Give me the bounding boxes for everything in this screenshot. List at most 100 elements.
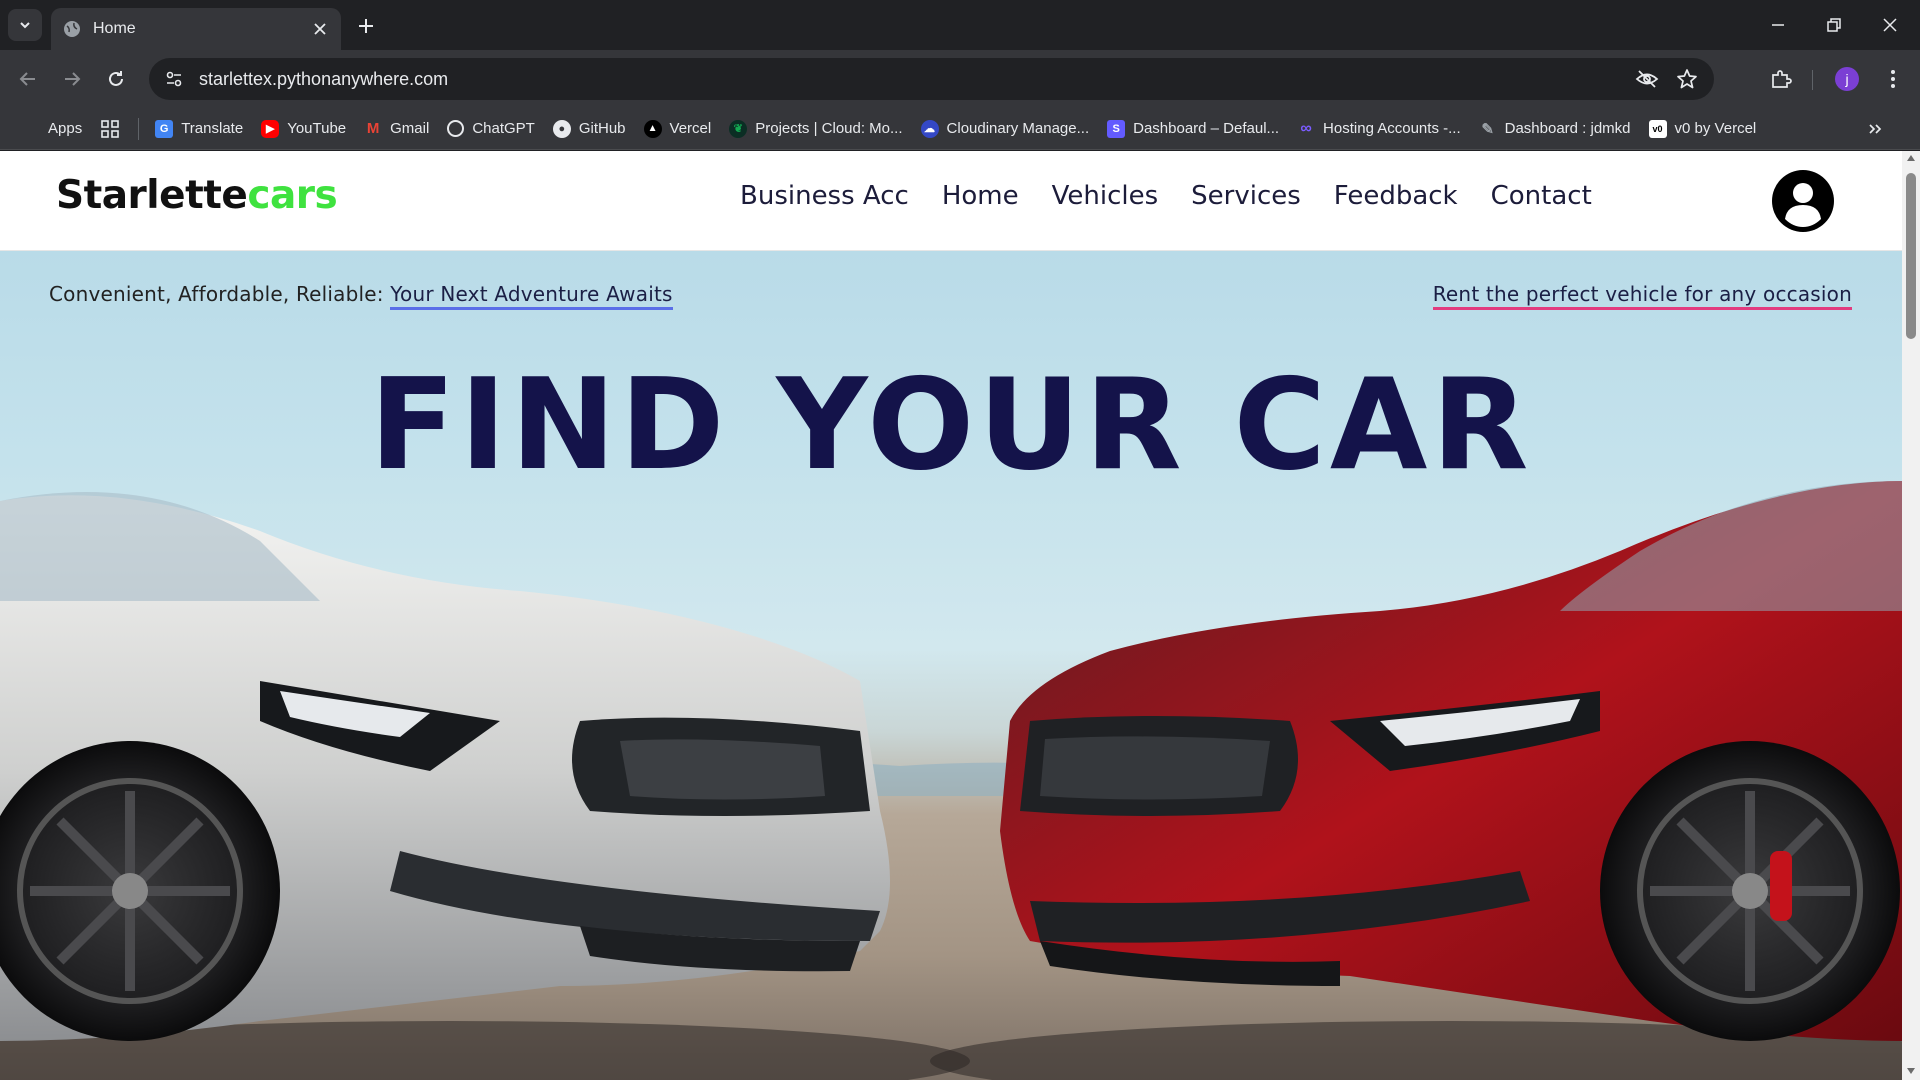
url-text[interactable]: starlettex.pythonanywhere.com xyxy=(199,69,1634,90)
bookmark-label: Translate xyxy=(181,120,244,137)
nav-home[interactable]: Home xyxy=(942,181,1019,211)
bookmark-label: Projects | Cloud: Mo... xyxy=(755,120,903,137)
tab-strip: Home xyxy=(0,0,1920,50)
bookmark-label: YouTube xyxy=(287,120,347,137)
bookmark-translate[interactable]: G Translate xyxy=(155,119,244,138)
scroll-up-arrow[interactable] xyxy=(1906,153,1916,163)
bookmark-apps[interactable]: Apps xyxy=(24,120,82,137)
bookmarks-divider xyxy=(138,117,140,140)
hero-banner: Convenient, Affordable, Reliable: Your N… xyxy=(0,251,1902,1080)
bookmark-label: Cloudinary Manage... xyxy=(946,120,1090,137)
triangle-up-icon xyxy=(1907,155,1915,161)
bookmark-label: GitHub xyxy=(578,120,626,137)
kebab-menu-icon xyxy=(1891,70,1895,88)
tab-search-button[interactable] xyxy=(8,9,42,41)
user-account-icon[interactable] xyxy=(1771,169,1835,233)
browser-toolbar: starlettex.pythonanywhere.com j xyxy=(0,50,1920,108)
reload-button[interactable] xyxy=(100,63,132,95)
browser-tab[interactable]: Home xyxy=(51,8,341,50)
bookmark-v0[interactable]: v0 v0 by Vercel xyxy=(1648,119,1757,138)
bookmark-hosting-accounts[interactable]: ∞ Hosting Accounts -... xyxy=(1297,119,1461,138)
logo-text-primary: Starlette xyxy=(56,173,248,218)
tagline-prefix: Convenient, Affordable, Reliable: xyxy=(49,282,391,306)
triangle-down-icon xyxy=(1907,1068,1915,1074)
bookmarks-bar: Apps G Translate ▶ YouTube M Gmail ChatGPT … xyxy=(0,108,1920,150)
scrollbar-thumb[interactable] xyxy=(1906,173,1916,339)
address-bar[interactable]: starlettex.pythonanywhere.com xyxy=(149,58,1714,100)
infinity-icon: ∞ xyxy=(1300,119,1312,137)
chatgpt-icon xyxy=(447,120,465,137)
close-window-button[interactable] xyxy=(1862,0,1918,50)
gmail-icon: M xyxy=(366,120,380,137)
tab-groups-button[interactable] xyxy=(100,119,120,139)
extensions-button[interactable] xyxy=(1765,63,1797,95)
browser-menu-button[interactable] xyxy=(1877,63,1909,95)
nav-feedback[interactable]: Feedback xyxy=(1334,181,1458,211)
translate-icon: G xyxy=(155,119,174,138)
tracking-protection-button[interactable] xyxy=(1634,66,1660,92)
scroll-down-arrow[interactable] xyxy=(1906,1066,1916,1076)
nav-services[interactable]: Services xyxy=(1191,181,1301,211)
stripe-s-icon: S xyxy=(1107,119,1126,138)
bookmarks-overflow-button[interactable] xyxy=(1864,118,1886,140)
double-chevron-right-icon xyxy=(1869,124,1882,134)
vercel-icon: ▲ xyxy=(643,119,662,138)
profile-avatar: j xyxy=(1835,67,1859,91)
page-viewport: Starlettecars Business Acc Home Vehicles… xyxy=(0,151,1902,1080)
minimize-icon xyxy=(1772,24,1784,26)
bookmark-github[interactable]: ● GitHub xyxy=(552,119,626,138)
mongodb-leaf-icon: ❦ xyxy=(729,119,748,138)
close-icon xyxy=(1883,18,1897,32)
globe-icon xyxy=(64,21,80,37)
bookmark-youtube[interactable]: ▶ YouTube xyxy=(261,119,347,138)
site-header: Starlettecars Business Acc Home Vehicles… xyxy=(0,151,1902,251)
profile-button[interactable]: j xyxy=(1831,63,1863,95)
hero-tagline: Convenient, Affordable, Reliable: Your N… xyxy=(49,282,673,310)
youtube-icon: ▶ xyxy=(261,119,280,138)
bookmark-label: Dashboard : jdmkd xyxy=(1504,120,1631,137)
minimize-button[interactable] xyxy=(1750,0,1806,50)
puzzle-icon xyxy=(1772,70,1792,88)
hero-title: FIND YOUR CAR xyxy=(369,351,1533,498)
site-logo[interactable]: Starlettecars xyxy=(56,173,338,218)
bookmark-dashboard-jdmkd[interactable]: ✎ Dashboard : jdmkd xyxy=(1479,120,1631,138)
bookmark-label: ChatGPT xyxy=(472,120,535,137)
nav-vehicles[interactable]: Vehicles xyxy=(1052,181,1159,211)
star-icon xyxy=(1677,69,1697,89)
bookmark-chatgpt[interactable]: ChatGPT xyxy=(447,120,535,137)
restore-button[interactable] xyxy=(1806,0,1862,50)
bookmark-label: Hosting Accounts -... xyxy=(1323,120,1461,137)
plus-icon xyxy=(359,19,373,33)
chevron-down-icon xyxy=(20,22,30,29)
bookmark-label: Vercel xyxy=(669,120,712,137)
page-scrollbar[interactable] xyxy=(1902,151,1920,1080)
nav-business-acc[interactable]: Business Acc xyxy=(740,181,909,211)
github-icon: ● xyxy=(552,119,571,138)
bookmark-vercel[interactable]: ▲ Vercel xyxy=(643,119,712,138)
v0-icon: v0 xyxy=(1648,119,1667,138)
new-tab-button[interactable] xyxy=(353,13,379,39)
bookmark-gmail[interactable]: M Gmail xyxy=(364,120,429,138)
restore-icon xyxy=(1827,18,1841,32)
apps-grid-icon xyxy=(24,121,40,137)
back-button[interactable] xyxy=(12,63,44,95)
reload-icon xyxy=(109,71,123,86)
arrow-right-icon xyxy=(65,72,81,86)
main-nav: Business Acc Home Vehicles Services Feed… xyxy=(740,181,1625,211)
logo-text-accent: cars xyxy=(247,173,338,218)
bookmark-label: v0 by Vercel xyxy=(1674,120,1757,137)
site-info-icon[interactable] xyxy=(163,68,185,90)
bookmark-stripe-dashboard[interactable]: S Dashboard – Defaul... xyxy=(1107,119,1279,138)
nav-contact[interactable]: Contact xyxy=(1491,181,1592,211)
cloudinary-icon: ☁ xyxy=(920,119,939,138)
bookmark-label: Apps xyxy=(48,120,83,137)
grid-icon xyxy=(101,119,120,138)
forward-button[interactable] xyxy=(56,63,88,95)
close-tab-icon[interactable] xyxy=(311,20,329,38)
eye-off-icon xyxy=(1635,70,1659,88)
bookmark-cloudinary[interactable]: ☁ Cloudinary Manage... xyxy=(920,119,1090,138)
tagline-link[interactable]: Your Next Adventure Awaits xyxy=(390,282,673,310)
bookmark-star-button[interactable] xyxy=(1674,66,1700,92)
hero-subtagline-link[interactable]: Rent the perfect vehicle for any occasio… xyxy=(1432,282,1852,310)
bookmark-mongodb[interactable]: ❦ Projects | Cloud: Mo... xyxy=(729,119,903,138)
